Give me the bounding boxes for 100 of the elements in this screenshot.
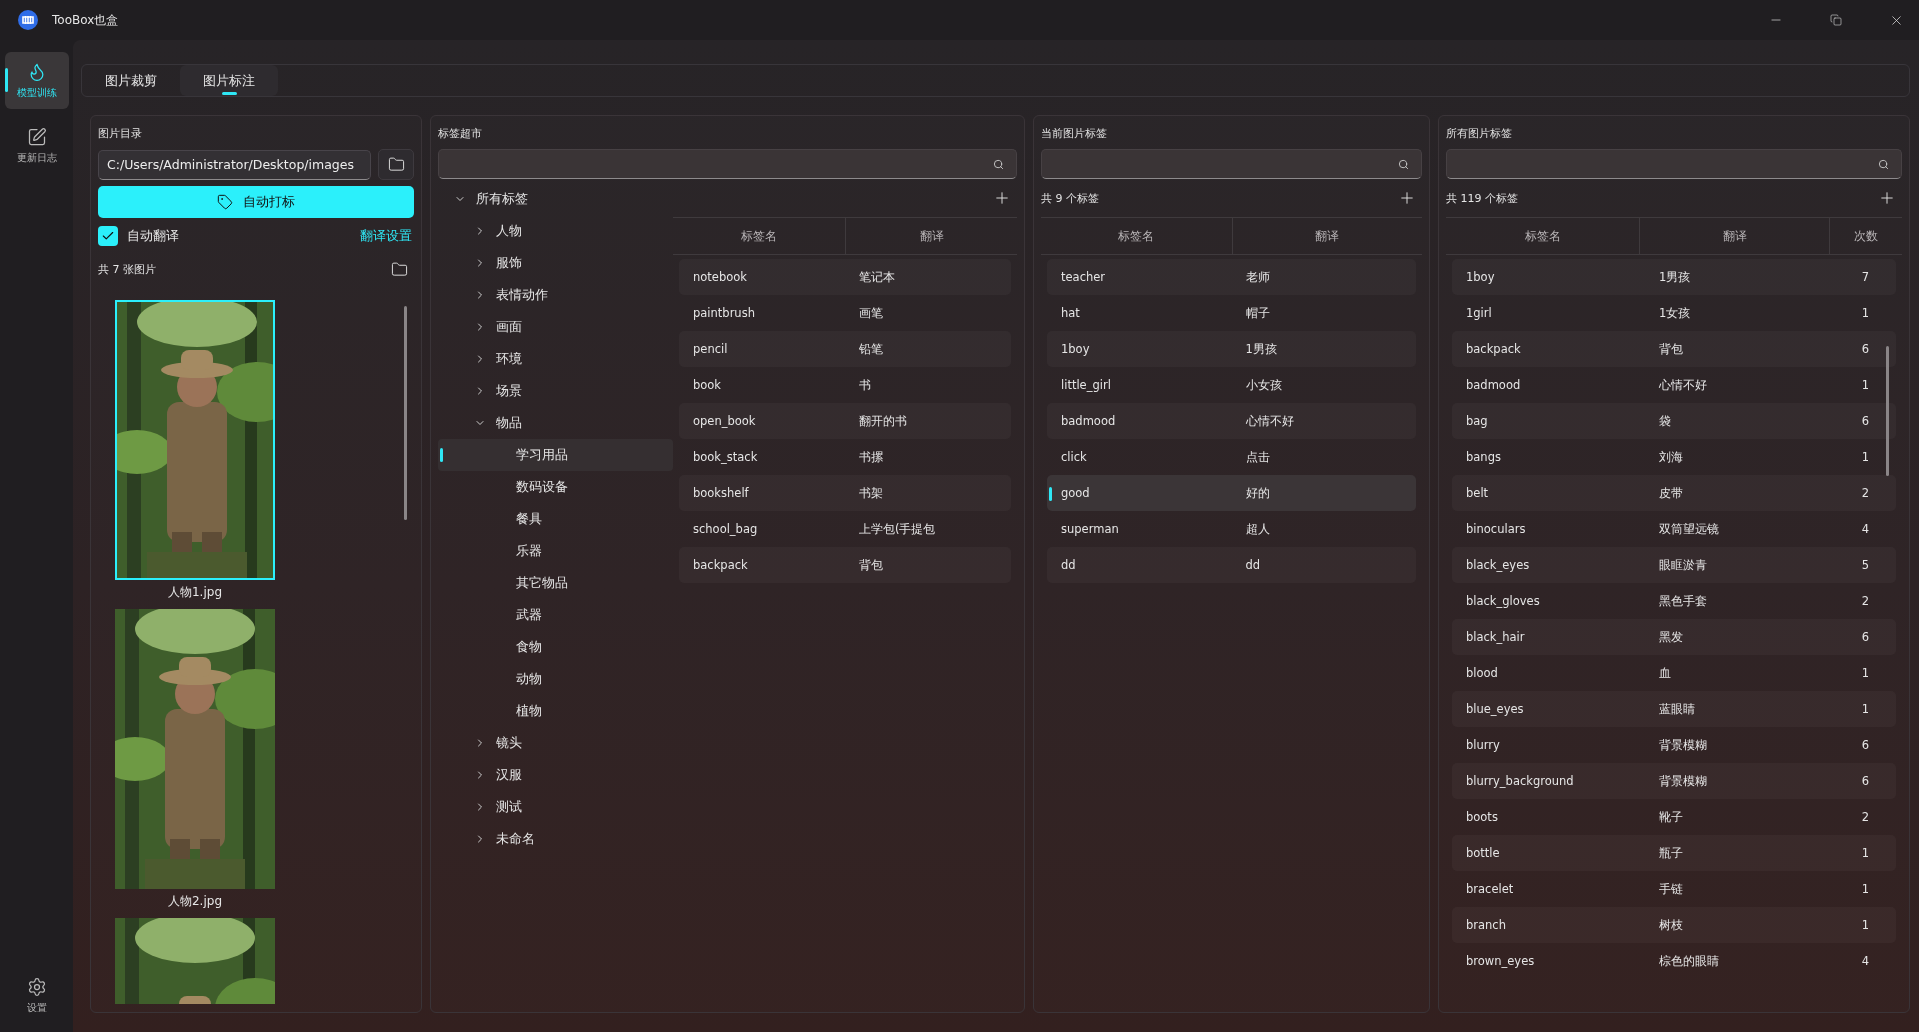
table-row[interactable]: black_hair 黑发 6 bbox=[1452, 619, 1896, 655]
table-cell-text: 6 bbox=[1860, 630, 1871, 644]
table-row[interactable]: 1boy 1男孩 7 bbox=[1452, 259, 1896, 295]
column-header[interactable]: 标签名 bbox=[1446, 218, 1639, 254]
image-count: 共 7 张图片 bbox=[98, 261, 156, 277]
search-field[interactable] bbox=[438, 149, 1017, 179]
tree-item[interactable]: 汉服 bbox=[438, 759, 673, 791]
table-row[interactable]: 1girl 1女孩 1 bbox=[1452, 295, 1896, 331]
path-field[interactable]: C:/Users/Administrator/Desktop/images bbox=[98, 149, 371, 180]
table-cell-text: 心情不好 bbox=[1658, 377, 1708, 393]
translate-settings-link[interactable]: 翻译设置 bbox=[358, 227, 414, 245]
table-cell-text: 2 bbox=[1860, 810, 1871, 824]
search-field[interactable] bbox=[1041, 149, 1422, 179]
table-row[interactable]: binoculars 双筒望远镜 4 bbox=[1452, 511, 1896, 547]
table-cell-text: 1男孩 bbox=[1658, 269, 1692, 285]
nav-item[interactable]: 模型训练 bbox=[4, 52, 69, 109]
table-row[interactable]: bag 袋 6 bbox=[1452, 403, 1896, 439]
tab[interactable]: 图片裁剪 bbox=[82, 65, 180, 96]
table-row[interactable]: little_girl 小女孩 bbox=[1047, 367, 1416, 403]
table-row[interactable]: pencil 铅笔 bbox=[679, 331, 1011, 367]
table-row[interactable]: badmood 心情不好 1 bbox=[1452, 367, 1896, 403]
column-header[interactable]: 翻译 bbox=[1231, 218, 1422, 254]
table-row[interactable]: superman 超人 bbox=[1047, 511, 1416, 547]
table-row[interactable]: good 好的 bbox=[1047, 475, 1416, 511]
tree-item[interactable]: 乐器 bbox=[438, 535, 673, 567]
nav-item[interactable]: 设置 bbox=[4, 967, 69, 1024]
tree-item[interactable]: 所有标签 bbox=[438, 183, 673, 215]
checkbox[interactable] bbox=[98, 226, 118, 246]
table-cell-text: book_stack bbox=[692, 450, 759, 464]
image-caption: 人物1.jpg bbox=[168, 584, 222, 601]
tree-item[interactable]: 表情动作 bbox=[438, 279, 673, 311]
tree-item[interactable]: 餐具 bbox=[438, 503, 673, 535]
table-cell-text: binoculars bbox=[1465, 522, 1527, 536]
tree-item[interactable]: 测试 bbox=[438, 791, 673, 823]
column-header[interactable]: 标签名 bbox=[673, 218, 845, 254]
tree-item[interactable]: 学习用品 bbox=[438, 439, 673, 471]
column-header[interactable]: 标签名 bbox=[1041, 218, 1232, 254]
table-row[interactable]: 1boy 1男孩 bbox=[1047, 331, 1416, 367]
table-row[interactable]: book 书 bbox=[679, 367, 1011, 403]
column-header[interactable]: 翻译 bbox=[1639, 218, 1829, 254]
table-row[interactable]: blurry 背景模糊 6 bbox=[1452, 727, 1896, 763]
tree-item[interactable]: 数码设备 bbox=[438, 471, 673, 503]
table-row[interactable]: click 点击 bbox=[1047, 439, 1416, 475]
tree-item[interactable]: 场景 bbox=[438, 375, 673, 407]
table-cell-text: badmood bbox=[1465, 378, 1522, 392]
table-row[interactable]: blood 血 1 bbox=[1452, 655, 1896, 691]
table-row[interactable]: bookshelf 书架 bbox=[679, 475, 1011, 511]
table-row[interactable]: bracelet 手链 1 bbox=[1452, 871, 1896, 907]
table-row[interactable]: teacher 老师 bbox=[1047, 259, 1416, 295]
table-cell-text: 上学包(手提包 bbox=[858, 521, 937, 537]
table-cell-text: superman bbox=[1060, 522, 1120, 536]
table-row[interactable]: notebook 笔记本 bbox=[679, 259, 1011, 295]
folder-button[interactable] bbox=[378, 149, 414, 180]
table-row[interactable]: blue_eyes 蓝眼睛 1 bbox=[1452, 691, 1896, 727]
search-field[interactable] bbox=[1446, 149, 1902, 179]
table-row[interactable]: brown_eyes 棕色的眼睛 4 bbox=[1452, 943, 1896, 979]
table-cell-text: 画笔 bbox=[858, 305, 884, 321]
tree-item[interactable]: 画面 bbox=[438, 311, 673, 343]
table-row[interactable]: paintbrush 画笔 bbox=[679, 295, 1011, 331]
tree-item[interactable]: 人物 bbox=[438, 215, 673, 247]
scrollbar[interactable] bbox=[1886, 346, 1889, 476]
nav-item[interactable]: 更新日志 bbox=[4, 117, 69, 174]
table-row[interactable]: hat 帽子 bbox=[1047, 295, 1416, 331]
table-row[interactable]: boots 靴子 2 bbox=[1452, 799, 1896, 835]
table-row[interactable]: blurry_background 背景模糊 6 bbox=[1452, 763, 1896, 799]
column-header[interactable]: 次数 bbox=[1829, 218, 1902, 254]
tree-item[interactable]: 其它物品 bbox=[438, 567, 673, 599]
tree-item[interactable]: 食物 bbox=[438, 631, 673, 663]
table-row[interactable]: branch 树枝 1 bbox=[1452, 907, 1896, 943]
table-row[interactable]: black_eyes 眼眶淤青 5 bbox=[1452, 547, 1896, 583]
tree-item[interactable]: 武器 bbox=[438, 599, 673, 631]
table-row[interactable]: open_book 翻开的书 bbox=[679, 403, 1011, 439]
table-cell-text: blood bbox=[1465, 666, 1499, 680]
scrollbar[interactable] bbox=[404, 306, 407, 520]
table-cell-text: 铅笔 bbox=[858, 341, 884, 357]
table-cell-text: 刘海 bbox=[1658, 449, 1684, 465]
tab[interactable]: 图片标注 bbox=[180, 65, 278, 96]
auto-tag-button[interactable]: 自动打标 bbox=[98, 186, 414, 218]
table-row[interactable]: belt 皮带 2 bbox=[1452, 475, 1896, 511]
tree-item[interactable]: 环境 bbox=[438, 343, 673, 375]
table-row[interactable]: book_stack 书摞 bbox=[679, 439, 1011, 475]
column-header[interactable]: 翻译 bbox=[845, 218, 1017, 254]
table-row[interactable]: bottle 瓶子 1 bbox=[1452, 835, 1896, 871]
table-row[interactable]: badmood 心情不好 bbox=[1047, 403, 1416, 439]
table-row[interactable]: school_bag 上学包(手提包 bbox=[679, 511, 1011, 547]
tree-item[interactable]: 未命名 bbox=[438, 823, 673, 855]
tree-item[interactable]: 服饰 bbox=[438, 247, 673, 279]
table-row[interactable]: black_gloves 黑色手套 2 bbox=[1452, 583, 1896, 619]
table-cell-text: black_gloves bbox=[1465, 594, 1541, 608]
tree-item[interactable]: 镜头 bbox=[438, 727, 673, 759]
table-cell-text: 背包 bbox=[858, 557, 884, 573]
table-row[interactable]: dd dd bbox=[1047, 547, 1416, 583]
table-cell-text: 小女孩 bbox=[1244, 377, 1283, 393]
table-row[interactable]: bangs 刘海 1 bbox=[1452, 439, 1896, 475]
tree-item[interactable]: 物品 bbox=[438, 407, 673, 439]
table-row[interactable]: backpack 背包 6 bbox=[1452, 331, 1896, 367]
search-icon bbox=[993, 158, 1004, 170]
tree-item[interactable]: 植物 bbox=[438, 695, 673, 727]
tree-item[interactable]: 动物 bbox=[438, 663, 673, 695]
table-row[interactable]: backpack 背包 bbox=[679, 547, 1011, 583]
